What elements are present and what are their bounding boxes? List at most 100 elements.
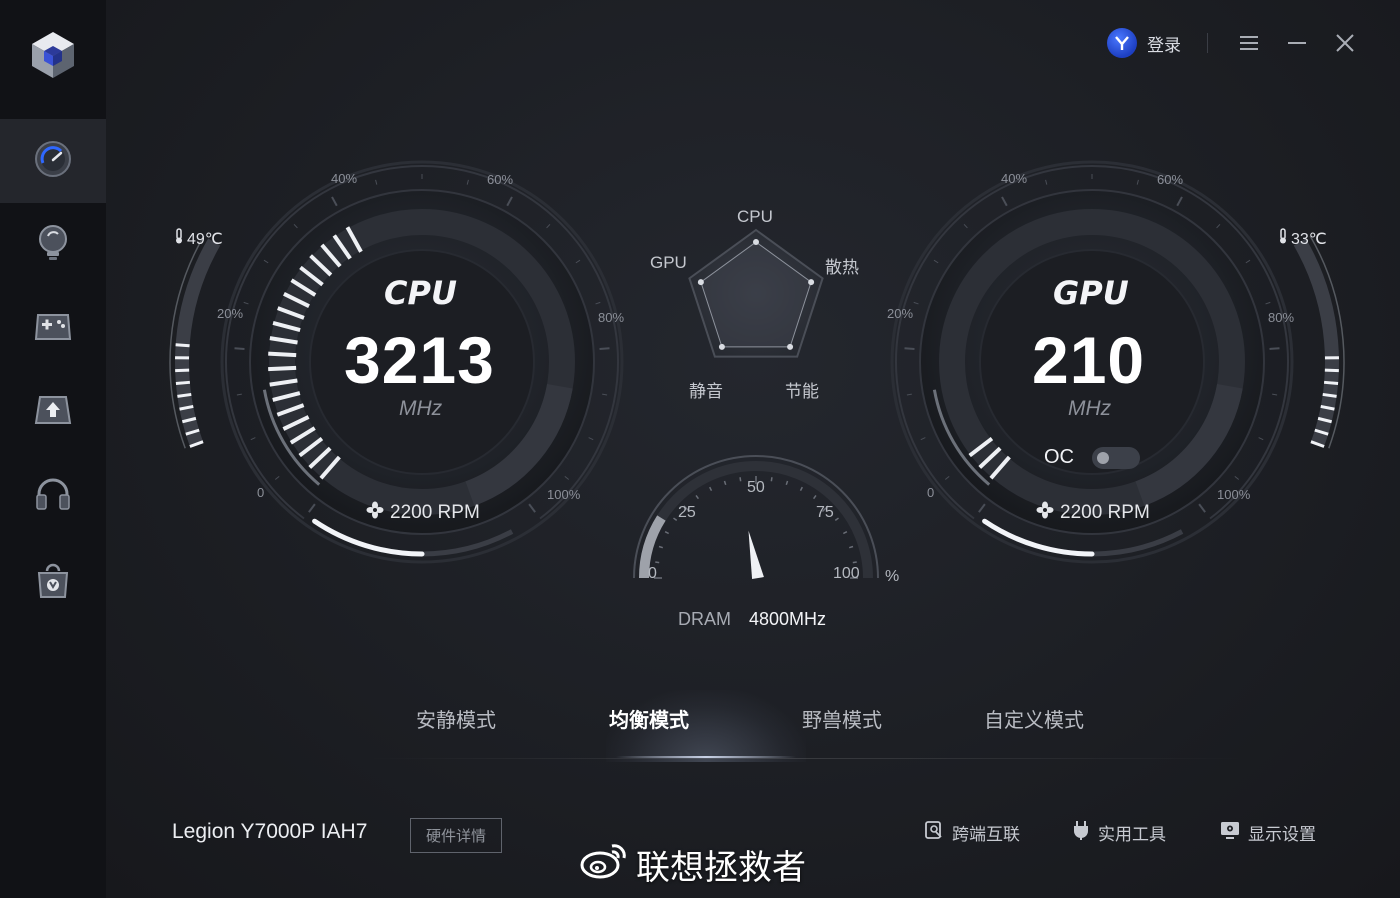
thermometer-icon xyxy=(174,228,184,249)
gpu-tick-0: 0 xyxy=(927,485,935,500)
dram-tick xyxy=(739,477,742,482)
temp-segment xyxy=(175,380,191,386)
utilities-label: 实用工具 xyxy=(1098,825,1166,845)
dram-tick-100: 100 xyxy=(833,565,860,582)
scale-tick xyxy=(1258,437,1264,441)
mode-custom[interactable]: 自定义模式 xyxy=(984,704,1084,733)
dram-tick xyxy=(655,561,660,564)
scale-tick xyxy=(913,301,919,305)
dram-tick xyxy=(664,531,670,535)
temp-segment xyxy=(177,392,192,398)
thermometer-icon xyxy=(1278,228,1288,249)
headset-icon xyxy=(34,475,72,519)
scale-tick xyxy=(263,259,269,264)
sidebar-item-lighting[interactable] xyxy=(0,203,106,287)
scale-tick xyxy=(978,503,986,513)
scale-tick xyxy=(308,503,316,513)
main-panel: 登录 49℃ CPU 3213 MHz 2200 RPM 0 20% 40% 6… xyxy=(106,0,1400,898)
scale-tick xyxy=(528,503,536,513)
cpu-fan-rpm: 2200 RPM xyxy=(390,502,480,523)
dram-gauge xyxy=(633,455,879,579)
radar-point xyxy=(697,279,704,286)
scale-tick xyxy=(595,301,601,305)
scale-tick xyxy=(920,437,926,441)
dram-needle xyxy=(748,530,764,579)
scale-tick xyxy=(1045,179,1048,185)
scale-tick xyxy=(293,223,298,229)
dram-tick xyxy=(709,486,713,492)
radar-label-gpu: GPU xyxy=(650,253,687,272)
weibo-logo-icon xyxy=(580,840,628,889)
gpu-tick-40: 40% xyxy=(1001,171,1028,186)
hardware-details-button[interactable]: 硬件详情 xyxy=(410,818,502,853)
mode-beast[interactable]: 野兽模式 xyxy=(802,704,882,733)
sidebar-item-game[interactable] xyxy=(0,287,106,371)
cpu-title: CPU xyxy=(384,274,457,312)
dram-tick xyxy=(848,545,854,549)
display-settings-label: 显示设置 xyxy=(1248,825,1316,845)
dram-tick xyxy=(785,480,789,486)
cpu-tick-20: 20% xyxy=(217,306,244,321)
fan-icon xyxy=(1036,501,1054,525)
app-logo-icon xyxy=(0,0,106,110)
scale-tick xyxy=(588,437,594,441)
dram-frequency: 4800MHz xyxy=(749,609,827,629)
dram-tick xyxy=(673,517,678,522)
gpu-oc-row: OC xyxy=(1044,446,1140,469)
scale-tick xyxy=(1198,503,1206,513)
fan-icon xyxy=(366,501,384,525)
sidebar-item-audio[interactable] xyxy=(0,455,106,539)
device-model: Legion Y7000P IAH7 xyxy=(172,820,368,843)
cross-device-label: 跨端互联 xyxy=(952,825,1020,845)
gpu-fan-speed: 2200 RPM xyxy=(1036,501,1150,525)
scale-tick xyxy=(1265,301,1271,305)
gamepad-icon xyxy=(33,309,73,349)
sidebar-item-store[interactable] xyxy=(0,541,106,625)
scale-tick xyxy=(944,476,950,480)
dram-tick-0: 0 xyxy=(648,565,657,582)
utilities-link[interactable]: 实用工具 xyxy=(1072,820,1166,845)
usage-segment xyxy=(268,365,297,372)
scale-tick xyxy=(331,196,338,207)
cpu-tick-0: 0 xyxy=(257,485,265,500)
scale-tick xyxy=(906,393,912,396)
dram-tick-75: 75 xyxy=(816,504,834,521)
scale-tick xyxy=(933,259,939,264)
oc-toggle[interactable] xyxy=(1092,446,1140,469)
scale-tick xyxy=(564,476,570,480)
weibo-watermark: 联想拯救者 xyxy=(580,840,806,889)
gpu-title: GPU xyxy=(1053,274,1129,312)
dram-tick xyxy=(770,477,773,482)
scale-tick xyxy=(1245,259,1251,264)
scale-tick xyxy=(546,223,551,229)
temp-segment xyxy=(175,343,190,348)
watermark-text: 联想拯救者 xyxy=(636,848,806,888)
mode-selector: 安静模式 均衡模式 野兽模式 自定义模式 xyxy=(366,690,1246,770)
sidebar-item-update[interactable] xyxy=(0,371,106,455)
dram-tick xyxy=(658,545,664,549)
scale-tick xyxy=(1001,196,1008,207)
scale-tick xyxy=(1136,179,1139,185)
cpu-temperature: 49℃ xyxy=(174,228,223,249)
dram-tick xyxy=(723,480,727,486)
radar-point xyxy=(787,343,794,350)
scale-tick xyxy=(243,301,249,305)
mode-baseline xyxy=(366,758,1246,759)
shopping-bag-icon xyxy=(35,561,71,605)
gpu-tick-60: 60% xyxy=(1157,172,1184,187)
dram-tick xyxy=(812,495,817,500)
gpu-frequency-unit: MHz xyxy=(1068,397,1112,420)
display-settings-link[interactable]: 显示设置 xyxy=(1220,820,1316,845)
gauge-icon xyxy=(33,139,73,183)
cross-device-link[interactable]: 跨端互联 xyxy=(924,820,1020,845)
cpu-fan-speed: 2200 RPM xyxy=(366,501,480,525)
mode-balanced[interactable]: 均衡模式 xyxy=(609,704,689,733)
sidebar-item-dashboard[interactable] xyxy=(0,119,106,203)
gpu-frequency-value: 210 xyxy=(1032,323,1146,397)
cpu-tick-80: 80% xyxy=(598,310,625,325)
gpu-tick-20: 20% xyxy=(887,306,914,321)
scale-tick xyxy=(506,196,513,207)
scale-tick xyxy=(575,259,581,264)
mode-quiet[interactable]: 安静模式 xyxy=(416,704,496,733)
scale-tick xyxy=(602,393,608,396)
